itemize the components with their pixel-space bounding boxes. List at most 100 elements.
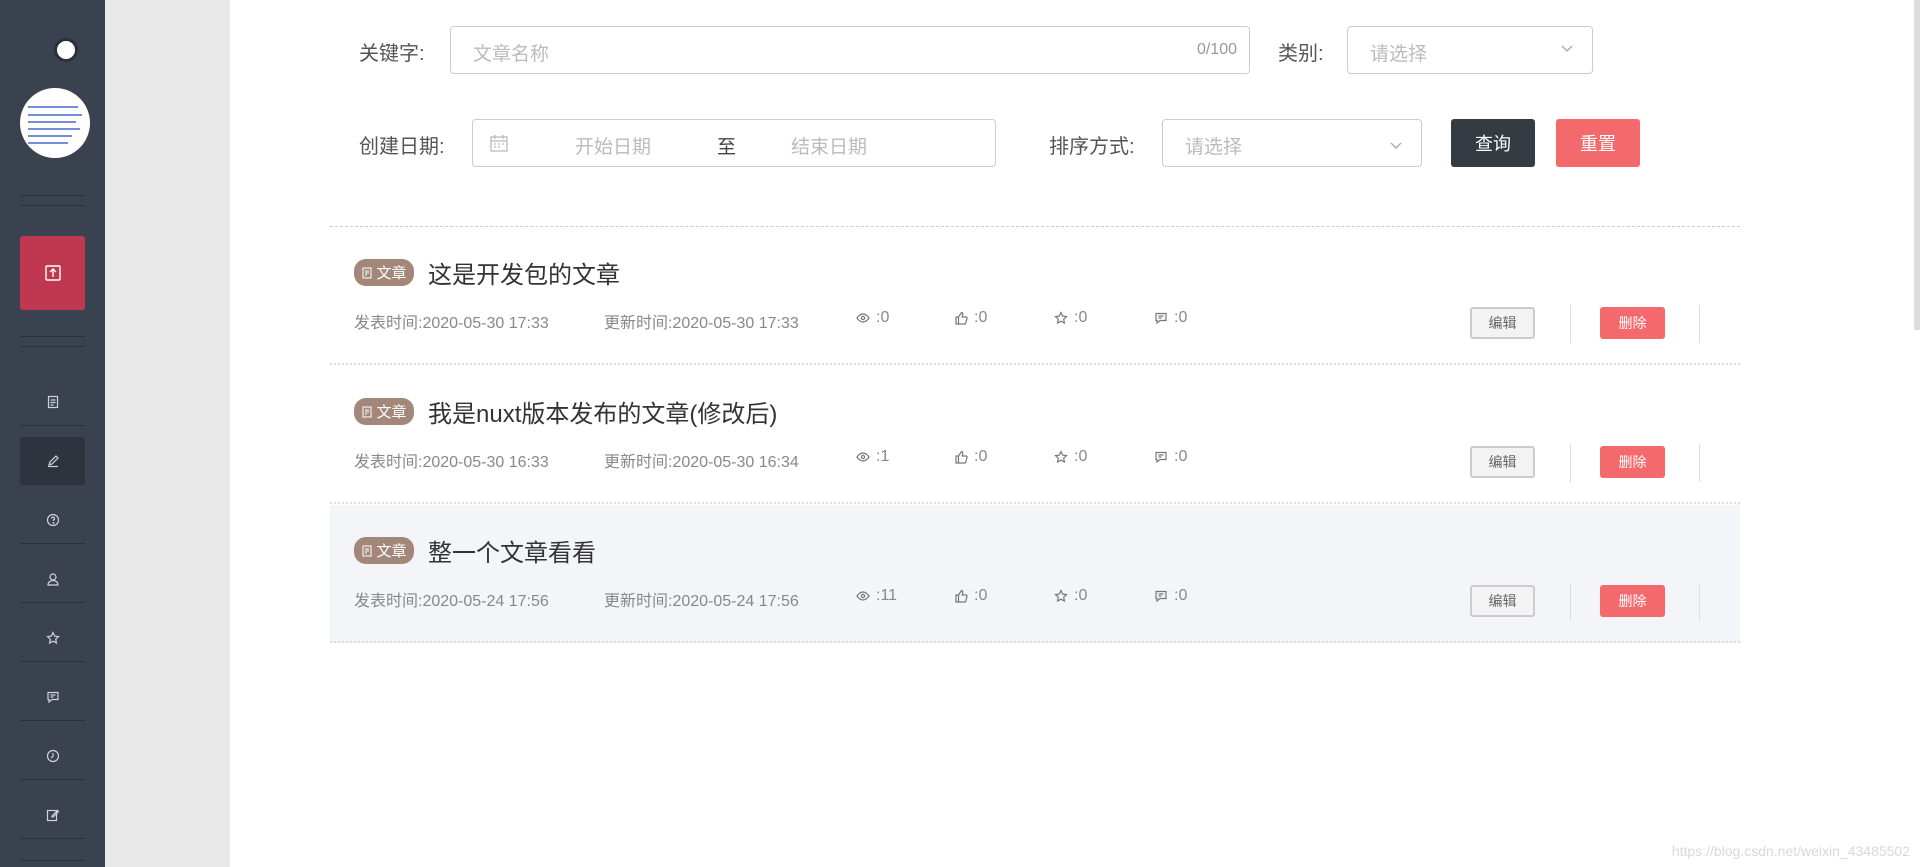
publish-button[interactable] (20, 236, 85, 310)
reset-button[interactable]: 重置 (1556, 119, 1640, 167)
views-stat: :11 (856, 587, 897, 605)
keyword-counter: 0/100 (1196, 41, 1237, 58)
date-end-placeholder: 结束日期 (791, 137, 868, 158)
article-row[interactable]: 文章 这是开发包的文章 发表时间:2020-05-30 17:33 更新时间:2… (330, 227, 1740, 365)
thumbs-up-icon (955, 589, 968, 603)
stars-stat: :0 (1054, 309, 1087, 327)
likes-stat: :0 (954, 309, 987, 327)
separator (1570, 583, 1571, 621)
document-icon (362, 406, 372, 417)
sidebar-item-articles[interactable] (20, 378, 85, 426)
article-badge: 文章 (354, 537, 414, 564)
document-icon (362, 267, 372, 278)
keyword-placeholder: 文章名称 (473, 44, 550, 65)
document-icon (47, 395, 58, 408)
sidebar-item-edit[interactable] (20, 437, 85, 485)
sidebar-item-history[interactable] (20, 732, 85, 780)
article-badge-label: 文章 (376, 543, 407, 560)
likes-stat: :0 (954, 448, 987, 466)
article-badge-label: 文章 (376, 265, 407, 282)
eye-icon (856, 452, 870, 462)
edit-button[interactable]: 编辑 (1470, 585, 1535, 617)
views-stat: :1 (856, 448, 889, 466)
scrollbar[interactable] (1914, 0, 1920, 330)
sidebar-item-user[interactable] (20, 555, 85, 603)
delete-button[interactable]: 删除 (1600, 585, 1665, 617)
likes-stat: :0 (954, 587, 987, 605)
sidebar-item-write[interactable] (20, 791, 85, 839)
star-icon (1054, 589, 1068, 603)
separator (1699, 444, 1700, 482)
published-time: 发表时间:2020-05-30 17:33 (354, 315, 549, 332)
comment-icon (1155, 590, 1167, 603)
views-count: :11 (876, 587, 898, 604)
updated-time: 更新时间:2020-05-30 16:34 (604, 454, 799, 471)
star-icon (45, 630, 60, 644)
category-placeholder: 请选择 (1370, 44, 1428, 65)
updated-time: 更新时间:2020-05-24 17:56 (604, 593, 799, 610)
stars-stat: :0 (1054, 587, 1087, 605)
edit-button[interactable]: 编辑 (1470, 446, 1535, 478)
document-icon (362, 545, 372, 556)
eye-icon (856, 313, 870, 323)
query-button[interactable]: 查询 (1451, 119, 1535, 167)
comments-stat: :0 (1154, 448, 1187, 466)
date-range-picker[interactable]: 开始日期 至 结束日期 (472, 119, 996, 167)
user-icon (46, 572, 59, 586)
page-gutter (105, 0, 230, 867)
star-icon (1054, 311, 1068, 325)
article-row[interactable]: 文章 整一个文章看看 发表时间:2020-05-24 17:56 更新时间:20… (330, 505, 1740, 643)
thumbs-up-icon (955, 311, 968, 325)
category-select[interactable]: 请选择 (1347, 26, 1593, 74)
edit-button[interactable]: 编辑 (1470, 307, 1535, 339)
category-label: 类别: (1278, 43, 1324, 65)
sidebar-item-help[interactable] (20, 496, 85, 544)
updated-time: 更新时间:2020-05-30 17:33 (604, 315, 799, 332)
likes-count: :0 (974, 448, 988, 465)
thumbs-up-icon (955, 450, 968, 464)
sidebar (0, 0, 105, 867)
likes-count: :0 (974, 587, 988, 604)
clock-icon (46, 749, 59, 762)
chevron-down-icon (1390, 142, 1402, 149)
eye-icon (856, 591, 870, 601)
published-time: 发表时间:2020-05-24 17:56 (354, 593, 549, 610)
delete-button[interactable]: 删除 (1600, 307, 1665, 339)
sort-placeholder: 请选择 (1185, 137, 1243, 158)
avatar[interactable] (20, 88, 90, 158)
views-stat: :0 (856, 309, 889, 327)
comments-stat: :0 (1154, 587, 1187, 605)
stars-count: :0 (1074, 587, 1088, 604)
sidebar-item-comments[interactable] (20, 673, 85, 721)
sidebar-item-favorites[interactable] (20, 614, 85, 662)
views-count: :1 (876, 448, 890, 465)
stars-count: :0 (1074, 448, 1088, 465)
sort-select[interactable]: 请选择 (1162, 119, 1422, 167)
write-icon (46, 809, 59, 821)
stars-count: :0 (1074, 309, 1088, 326)
article-title[interactable]: 整一个文章看看 (428, 533, 596, 568)
article-badge-label: 文章 (376, 404, 407, 421)
views-count: :0 (876, 309, 890, 326)
date-label: 创建日期: (359, 136, 445, 158)
article-badge: 文章 (354, 398, 414, 425)
separator (1699, 305, 1700, 343)
article-row[interactable]: 文章 我是nuxt版本发布的文章(修改后) 发表时间:2020-05-30 16… (330, 366, 1740, 504)
calendar-icon (490, 135, 508, 152)
comment-icon (1155, 312, 1167, 325)
article-title[interactable]: 这是开发包的文章 (428, 255, 620, 290)
sort-label: 排序方式: (1049, 136, 1135, 158)
help-icon (46, 513, 59, 526)
comments-count: :0 (1174, 448, 1188, 465)
article-title[interactable]: 我是nuxt版本发布的文章(修改后) (428, 394, 777, 429)
separator (1570, 444, 1571, 482)
sidebar-toggle[interactable] (54, 38, 78, 62)
edit-icon (47, 454, 59, 467)
comments-stat: :0 (1154, 309, 1187, 327)
comments-count: :0 (1174, 587, 1188, 604)
keyword-input[interactable]: 文章名称 0/100 (450, 26, 1250, 74)
comment-icon (1155, 451, 1167, 464)
stars-stat: :0 (1054, 448, 1087, 466)
delete-button[interactable]: 删除 (1600, 446, 1665, 478)
watermark: https://blog.csdn.net/weixin_43485502 (1671, 843, 1910, 859)
